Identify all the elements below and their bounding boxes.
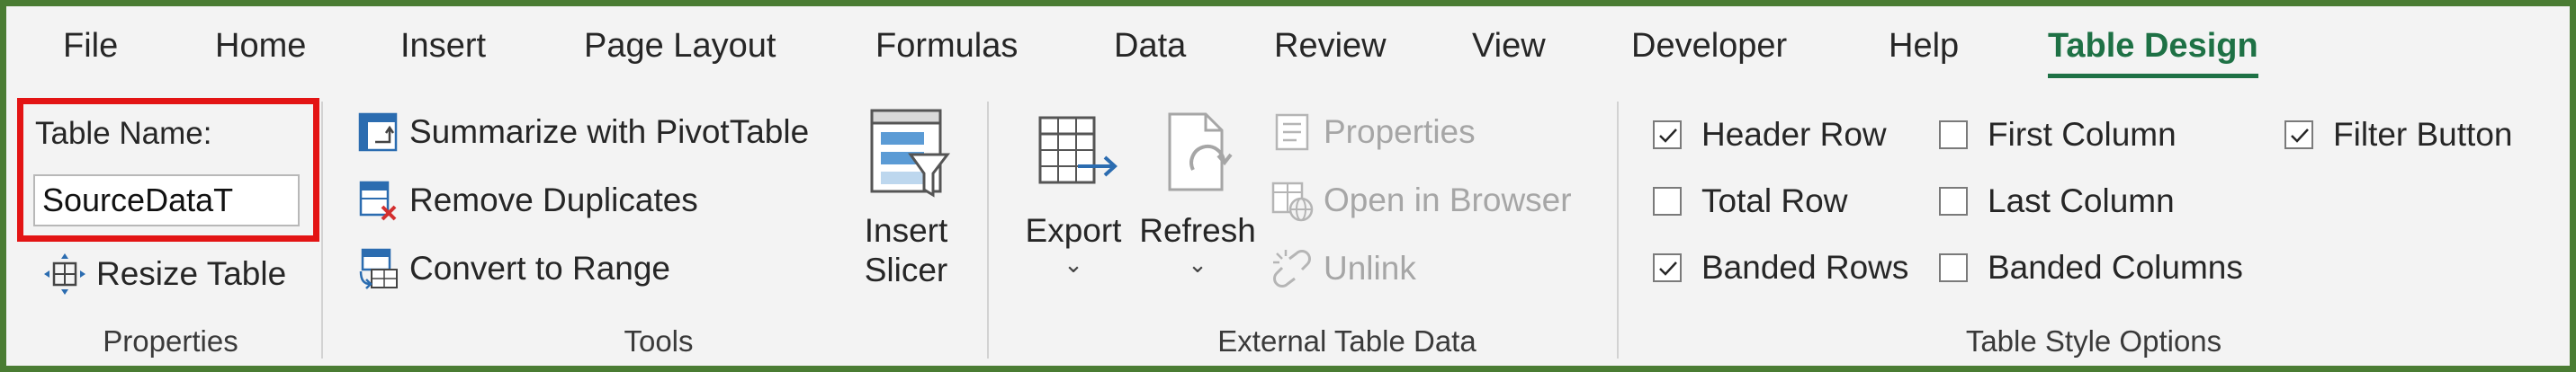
pivottable-icon (355, 110, 400, 155)
filter-button-checkbox-box (2284, 120, 2313, 149)
slicer-icon (843, 105, 969, 211)
properties-button[interactable]: Properties (1270, 109, 1476, 155)
group-divider (987, 102, 989, 359)
export-button[interactable]: Export ⌄ (1012, 105, 1135, 278)
remove-duplicates-icon (355, 178, 400, 223)
total-row-label: Total Row (1701, 182, 1848, 219)
convert-to-range-label: Convert to Range (409, 250, 671, 287)
group-divider (321, 102, 323, 359)
filter-button-label: Filter Button (2333, 116, 2513, 153)
last-column-checkbox-box (1939, 187, 1968, 216)
insert-slicer-label-line1: Insert (864, 212, 948, 249)
active-tab-underline (2048, 74, 2258, 78)
tab-file[interactable]: File (63, 26, 118, 66)
insert-slicer-label-line2: Slicer (864, 252, 948, 288)
open-in-browser-icon (1270, 178, 1315, 223)
banded-rows-checkbox[interactable]: Banded Rows (1653, 245, 1908, 290)
group-divider (1617, 102, 1619, 359)
tab-table-design[interactable]: Table Design (2048, 26, 2258, 78)
banded-rows-checkbox-box (1653, 253, 1682, 282)
export-label: Export (1025, 212, 1122, 249)
convert-to-range-icon (355, 246, 400, 291)
refresh-label: Refresh (1139, 212, 1256, 249)
tab-table-design-label: Table Design (2048, 27, 2258, 65)
tab-home[interactable]: Home (215, 26, 306, 66)
ribbon-window: File Home Insert Page Layout Formulas Da… (0, 0, 2576, 372)
convert-to-range-button[interactable]: Convert to Range (355, 245, 670, 292)
header-row-checkbox[interactable]: Header Row (1653, 112, 1887, 157)
remove-duplicates-button[interactable]: Remove Duplicates (355, 177, 698, 224)
ribbon-body: Table Name: Resize Table Properties (6, 89, 2570, 366)
first-column-checkbox[interactable]: First Column (1939, 112, 2177, 157)
banded-columns-checkbox[interactable]: Banded Columns (1939, 245, 2243, 290)
total-row-checkbox-box (1653, 187, 1682, 216)
refresh-button[interactable]: Refresh ⌄ (1135, 105, 1261, 278)
group-label-tools: Tools (624, 324, 694, 358)
resize-table-icon (42, 252, 87, 297)
ribbon-tab-bar: File Home Insert Page Layout Formulas Da… (6, 6, 2570, 89)
tab-data[interactable]: Data (1114, 26, 1186, 66)
banded-rows-label: Banded Rows (1701, 249, 1909, 286)
summarize-pivottable-button[interactable]: Summarize with PivotTable (355, 109, 809, 155)
tab-review[interactable]: Review (1274, 26, 1387, 66)
tab-page-layout[interactable]: Page Layout (584, 26, 776, 66)
group-label-external-table-data: External Table Data (1217, 324, 1476, 358)
tab-insert[interactable]: Insert (400, 26, 486, 66)
tab-developer[interactable]: Developer (1631, 26, 1787, 66)
summarize-pivottable-label: Summarize with PivotTable (409, 113, 810, 150)
export-icon (1012, 105, 1135, 211)
properties-label: Properties (1324, 113, 1476, 150)
tab-view[interactable]: View (1472, 26, 1546, 66)
header-row-checkbox-box (1653, 120, 1682, 149)
total-row-checkbox[interactable]: Total Row (1653, 179, 1847, 224)
last-column-label: Last Column (1988, 182, 2175, 219)
group-label-table-style-options: Table Style Options (1965, 324, 2222, 358)
unlink-button[interactable]: Unlink (1270, 245, 1416, 292)
first-column-label: First Column (1988, 116, 2177, 153)
open-in-browser-label: Open in Browser (1324, 182, 1572, 218)
banded-columns-checkbox-box (1939, 253, 1968, 282)
refresh-chevron-down-icon: ⌄ (1188, 251, 1207, 278)
resize-table-label: Resize Table (96, 255, 287, 292)
tab-formulas[interactable]: Formulas (875, 26, 1018, 66)
banded-columns-label: Banded Columns (1988, 249, 2243, 286)
open-in-browser-button[interactable]: Open in Browser (1270, 177, 1572, 224)
resize-table-button[interactable]: Resize Table (42, 251, 286, 297)
tab-help[interactable]: Help (1889, 26, 1959, 66)
unlink-icon (1270, 246, 1315, 291)
unlink-label: Unlink (1324, 250, 1416, 287)
last-column-checkbox[interactable]: Last Column (1939, 179, 2175, 224)
refresh-icon (1135, 105, 1261, 211)
filter-button-checkbox[interactable]: Filter Button (2284, 112, 2512, 157)
highlight-box (17, 98, 319, 242)
group-label-properties: Properties (103, 324, 238, 358)
properties-icon (1270, 110, 1315, 155)
export-chevron-down-icon: ⌄ (1064, 251, 1083, 278)
remove-duplicates-label: Remove Duplicates (409, 182, 698, 218)
header-row-label: Header Row (1701, 116, 1887, 153)
first-column-checkbox-box (1939, 120, 1968, 149)
insert-slicer-button[interactable]: Insert Slicer (843, 105, 969, 290)
